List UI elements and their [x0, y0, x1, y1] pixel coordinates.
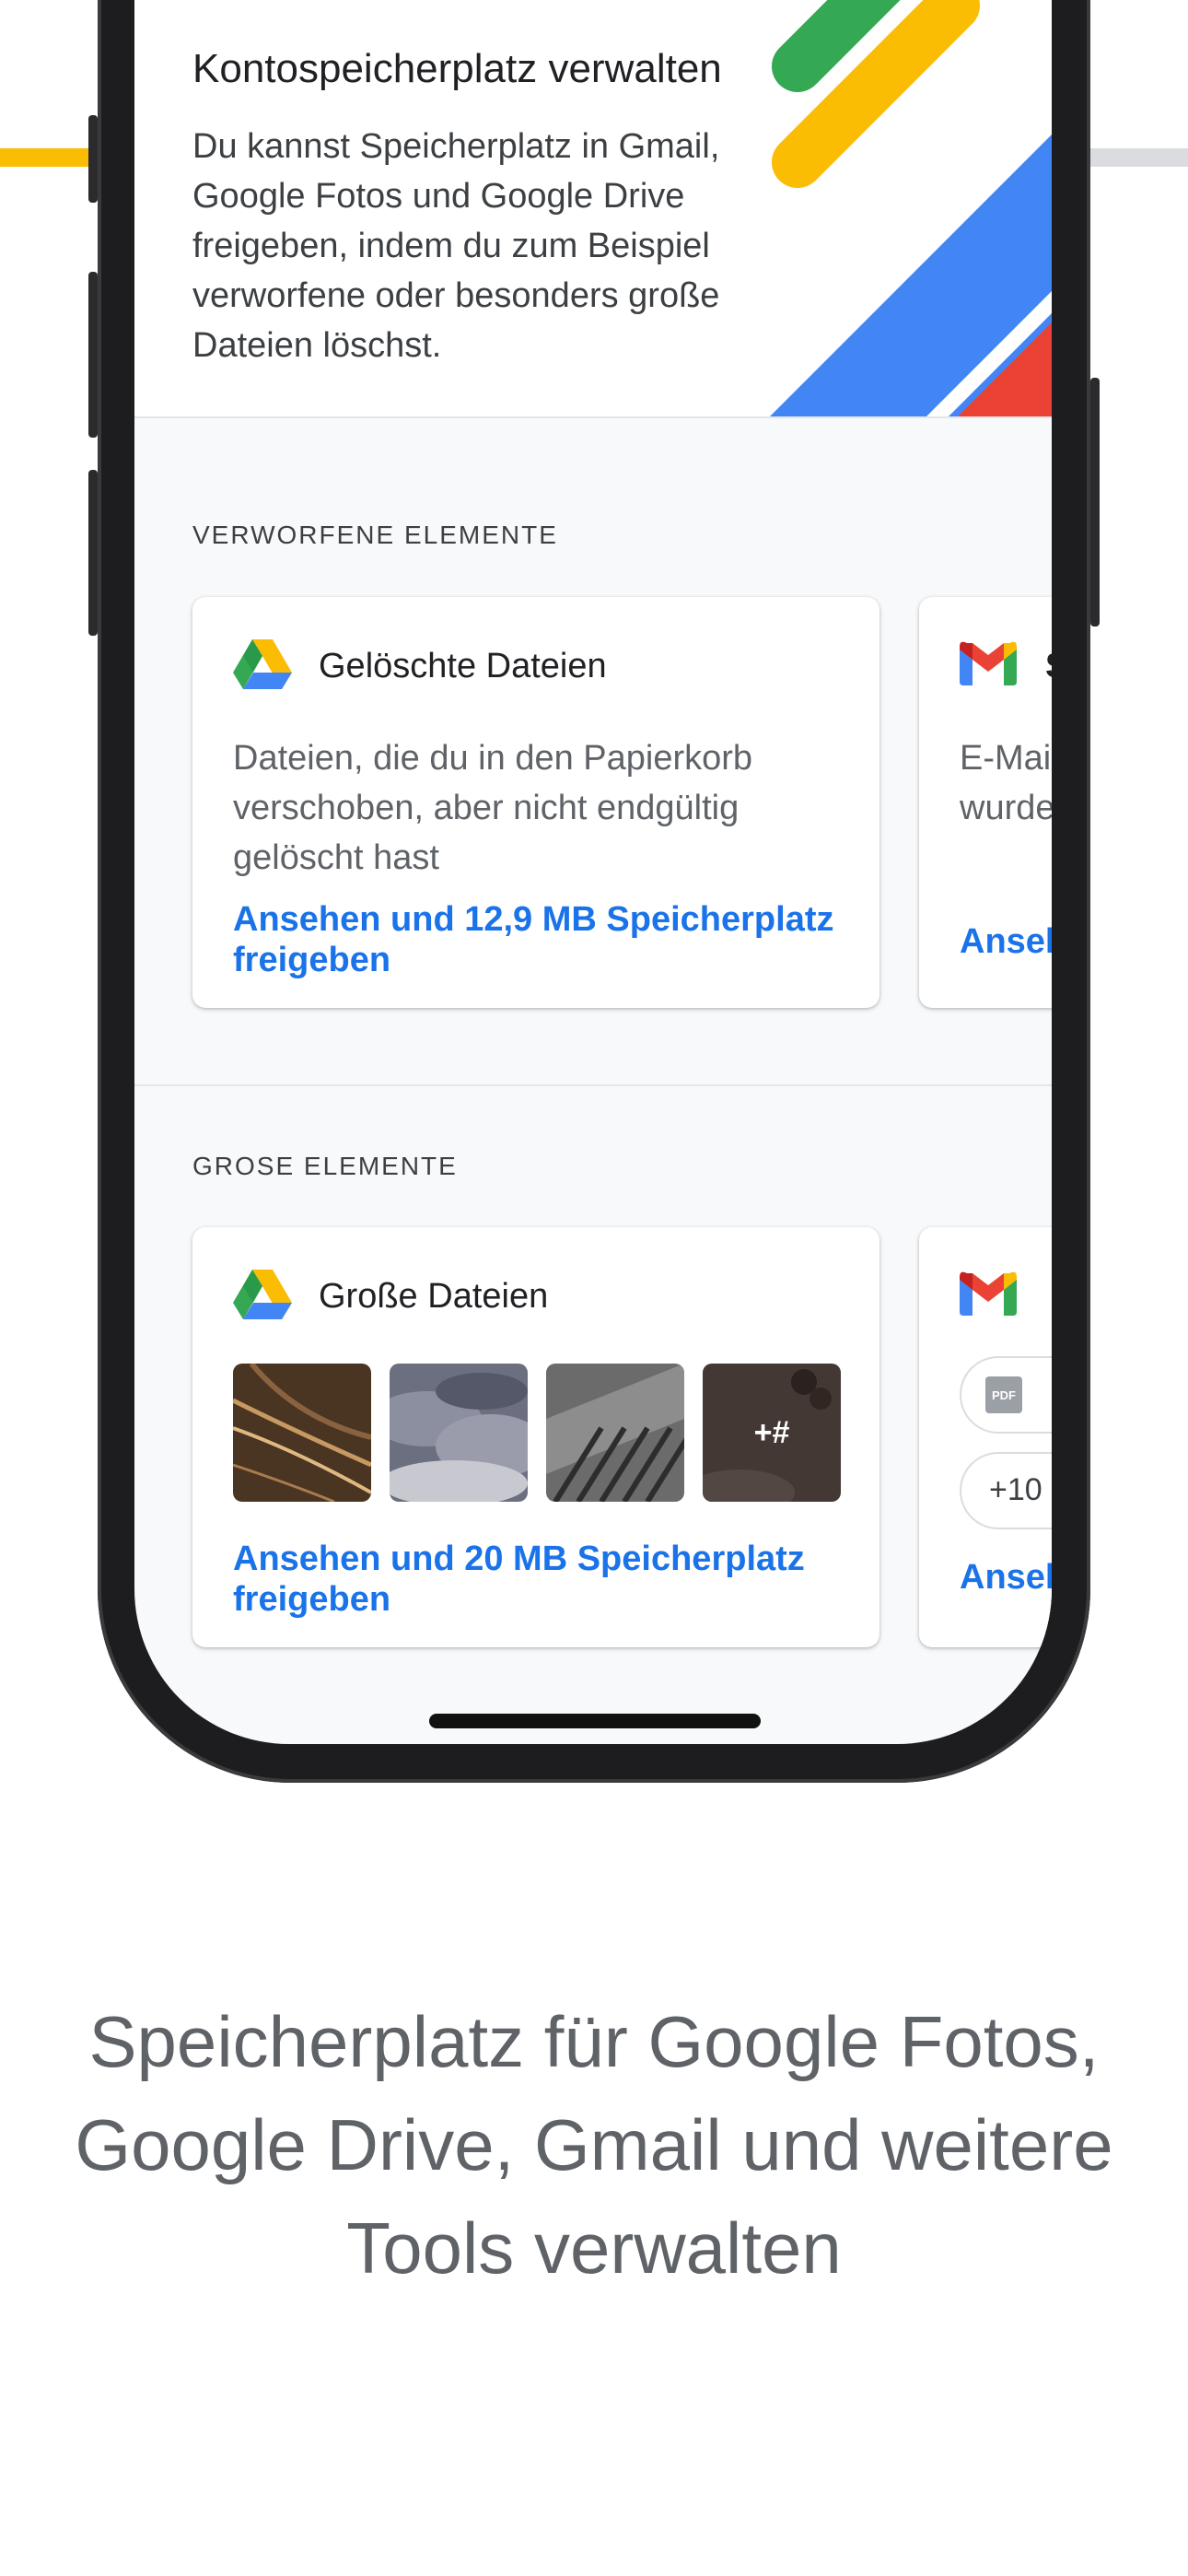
- deleted-emails-title: S: [1045, 647, 1052, 686]
- large-files-link[interactable]: Ansehen und 20 MB Speicherplatz freigebe…: [233, 1539, 859, 1620]
- phone-mute-button: [88, 115, 98, 203]
- deleted-files-title: Gelöschte Dateien: [319, 647, 607, 685]
- promo-caption: Speicherplatz für Google Fotos, Google D…: [75, 2001, 1113, 2289]
- attachment-chip[interactable]: PDF: [960, 1356, 1052, 1434]
- google-drive-icon: [233, 1270, 292, 1319]
- deleted-emails-card[interactable]: S E-Mai wurde Anseh: [919, 597, 1052, 1008]
- deleted-files-card[interactable]: Gelöschte Dateien Dateien, die du in den…: [192, 597, 879, 1008]
- decorative-line-gray: [1082, 148, 1188, 167]
- thumbnail-image-3[interactable]: [546, 1364, 684, 1502]
- section-label-large: GROSE ELEMENTE: [192, 1152, 458, 1180]
- thumbnail-image-1[interactable]: [233, 1364, 371, 1502]
- large-emails-link[interactable]: Anseh: [960, 1557, 1052, 1598]
- google-drive-icon: [233, 639, 292, 689]
- deleted-emails-link[interactable]: Anseh: [960, 921, 1052, 962]
- more-items-badge: +#: [703, 1364, 841, 1502]
- large-emails-card[interactable]: PDF +10 Anseh: [919, 1227, 1052, 1647]
- section-divider: [134, 1084, 1052, 1086]
- google-stripes-illustration: [770, 0, 1052, 416]
- deleted-files-link[interactable]: Ansehen und 12,9 MB Speicherplatz freige…: [233, 899, 859, 980]
- attachment-count-chip[interactable]: +10: [960, 1452, 1052, 1529]
- deleted-emails-description: E-Mai wurde: [960, 739, 1052, 827]
- storage-header: Kontospeicherplatz verwalten Du kannst S…: [134, 0, 1052, 418]
- phone-volume-up-button: [88, 272, 98, 438]
- large-files-card[interactable]: Große Dateien +# Ansehen und 20 MB Speic…: [192, 1227, 879, 1647]
- gmail-icon: [960, 641, 1017, 685]
- phone-screen: Kontospeicherplatz verwalten Du kannst S…: [134, 0, 1052, 1744]
- section-label-discarded: VERWORFENE ELEMENTE: [192, 521, 558, 549]
- phone-power-button: [1090, 378, 1100, 626]
- large-files-title: Große Dateien: [319, 1277, 549, 1316]
- deleted-files-description: Dateien, die du in den Papierkorb versch…: [233, 739, 753, 877]
- page-description: Du kannst Speicherplatz in Gmail, Google…: [192, 127, 720, 365]
- phone-volume-down-button: [88, 470, 98, 636]
- decorative-line-yellow: [0, 148, 101, 167]
- page-title: Kontospeicherplatz verwalten: [192, 46, 722, 91]
- thumbnail-more[interactable]: +#: [703, 1364, 841, 1502]
- home-indicator[interactable]: [429, 1714, 761, 1728]
- gmail-icon: [960, 1271, 1017, 1316]
- pdf-file-icon: PDF: [985, 1376, 1022, 1413]
- thumbnail-image-2[interactable]: [390, 1364, 528, 1502]
